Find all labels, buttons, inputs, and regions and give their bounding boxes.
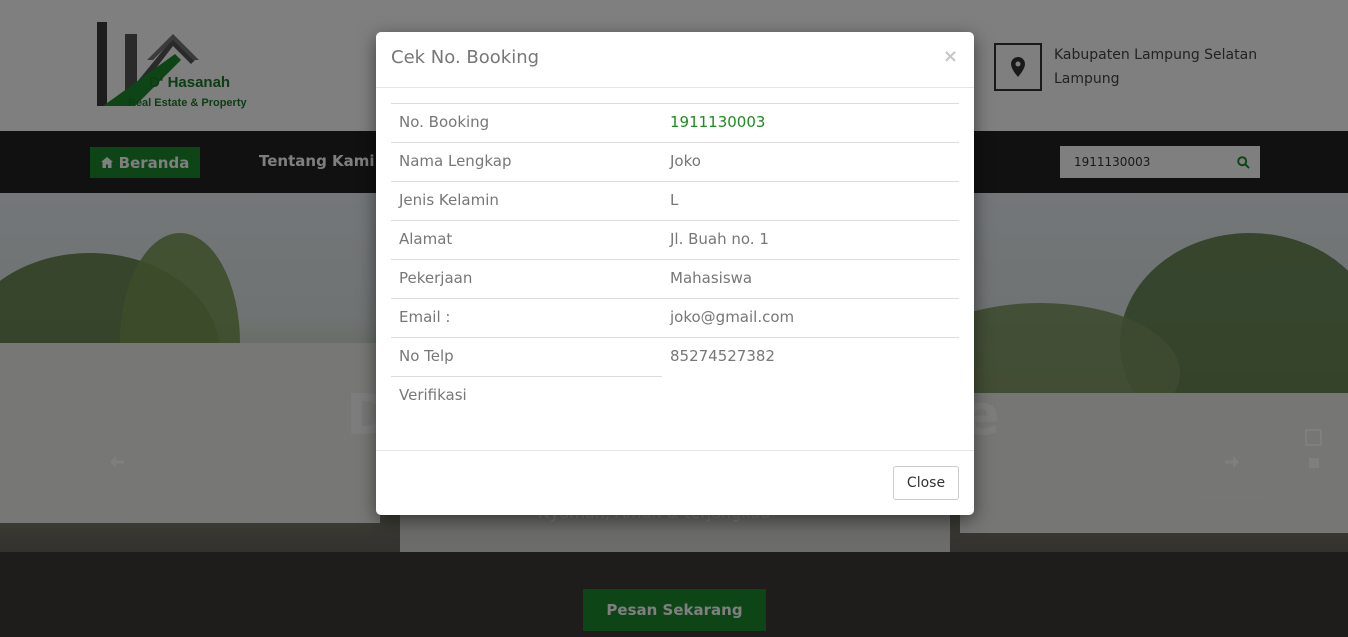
address-value: Jl. Buah no. 1: [662, 220, 959, 259]
table-row: No. Booking 1911130003: [391, 103, 959, 142]
booking-details-table: No. Booking 1911130003 Nama Lengkap Joko…: [391, 103, 959, 415]
table-row: Alamat Jl. Buah no. 1: [391, 220, 959, 259]
table-row: Nama Lengkap Joko: [391, 142, 959, 181]
verification-value: [662, 376, 959, 415]
occupation-value: Mahasiswa: [662, 259, 959, 298]
close-button[interactable]: Close: [893, 466, 959, 500]
phone-value: 85274527382: [662, 337, 959, 376]
table-row: Jenis Kelamin L: [391, 181, 959, 220]
booking-modal: Cek No. Booking × No. Booking 1911130003…: [376, 32, 974, 515]
email-label: Email :: [391, 298, 662, 337]
full-name-value: Joko: [662, 142, 959, 181]
verification-label: Verifikasi: [391, 376, 662, 415]
modal-title: Cek No. Booking: [391, 47, 540, 68]
modal-header: Cek No. Booking ×: [376, 32, 974, 88]
address-label: Alamat: [391, 220, 662, 259]
table-row: Verifikasi: [391, 376, 959, 415]
occupation-label: Pekerjaan: [391, 259, 662, 298]
modal-close-icon[interactable]: ×: [943, 46, 958, 67]
phone-label: No Telp: [391, 337, 662, 376]
gender-label: Jenis Kelamin: [391, 181, 662, 220]
modal-footer: Close: [376, 450, 974, 515]
table-row: No Telp 85274527382: [391, 337, 959, 376]
gender-value: L: [662, 181, 959, 220]
booking-number-value: 1911130003: [662, 103, 959, 142]
email-value: joko@gmail.com: [662, 298, 959, 337]
booking-number-label: No. Booking: [391, 103, 662, 142]
table-row: Email : joko@gmail.com: [391, 298, 959, 337]
table-row: Pekerjaan Mahasiswa: [391, 259, 959, 298]
full-name-label: Nama Lengkap: [391, 142, 662, 181]
